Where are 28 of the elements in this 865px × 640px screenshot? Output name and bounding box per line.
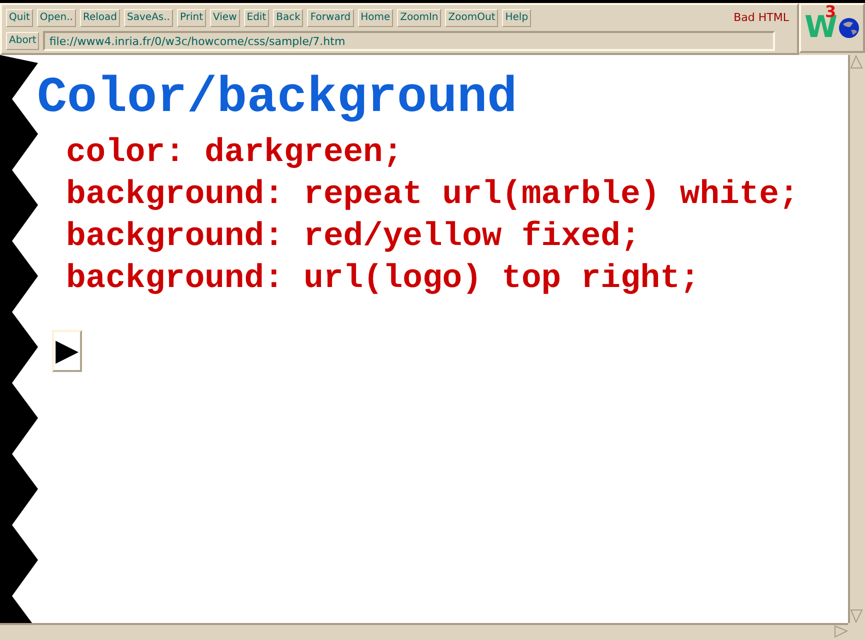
w3c-logo: W3 [799,3,865,53]
toolbar-button[interactable]: Help [502,9,532,27]
document-heading: Color/background [37,73,518,126]
scroll-down-icon[interactable] [850,609,863,623]
abort-button[interactable]: Abort [6,32,40,50]
code-line: background: repeat url(marble) white; [66,174,800,214]
next-button[interactable]: ▶ [52,330,82,372]
scroll-right-icon[interactable] [834,625,848,638]
globe-icon [838,17,860,39]
code-line: color: darkgreen; [66,132,404,172]
toolbar-button[interactable]: Print [177,9,206,27]
vertical-scrollbar[interactable] [848,55,865,623]
toolbar-button[interactable]: Quit [6,9,33,27]
toolbar-button[interactable]: ZoomIn [397,9,442,27]
toolbar-button[interactable]: Home [358,9,394,27]
toolbar-button[interactable]: Reload [80,9,120,27]
toolbar-button[interactable]: Forward [307,9,354,27]
code-line: background: url(logo) top right; [66,258,701,298]
toolbar-button[interactable]: SaveAs.. [124,9,173,27]
toolbar-button[interactable]: Open.. [36,9,76,27]
code-line: background: red/yellow fixed; [66,216,642,256]
toolbar-button[interactable]: View [210,9,240,27]
toolbar-button[interactable]: Back [273,9,304,27]
url-field[interactable]: file://www4.inria.fr/0/w3c/howcome/css/sample/7.htm [43,31,776,51]
status-text: Bad HTML [734,10,789,26]
toolbar-button[interactable]: Edit [244,9,270,27]
toolbar-button[interactable]: ZoomOut [445,9,498,27]
scroll-up-icon[interactable] [850,55,863,69]
